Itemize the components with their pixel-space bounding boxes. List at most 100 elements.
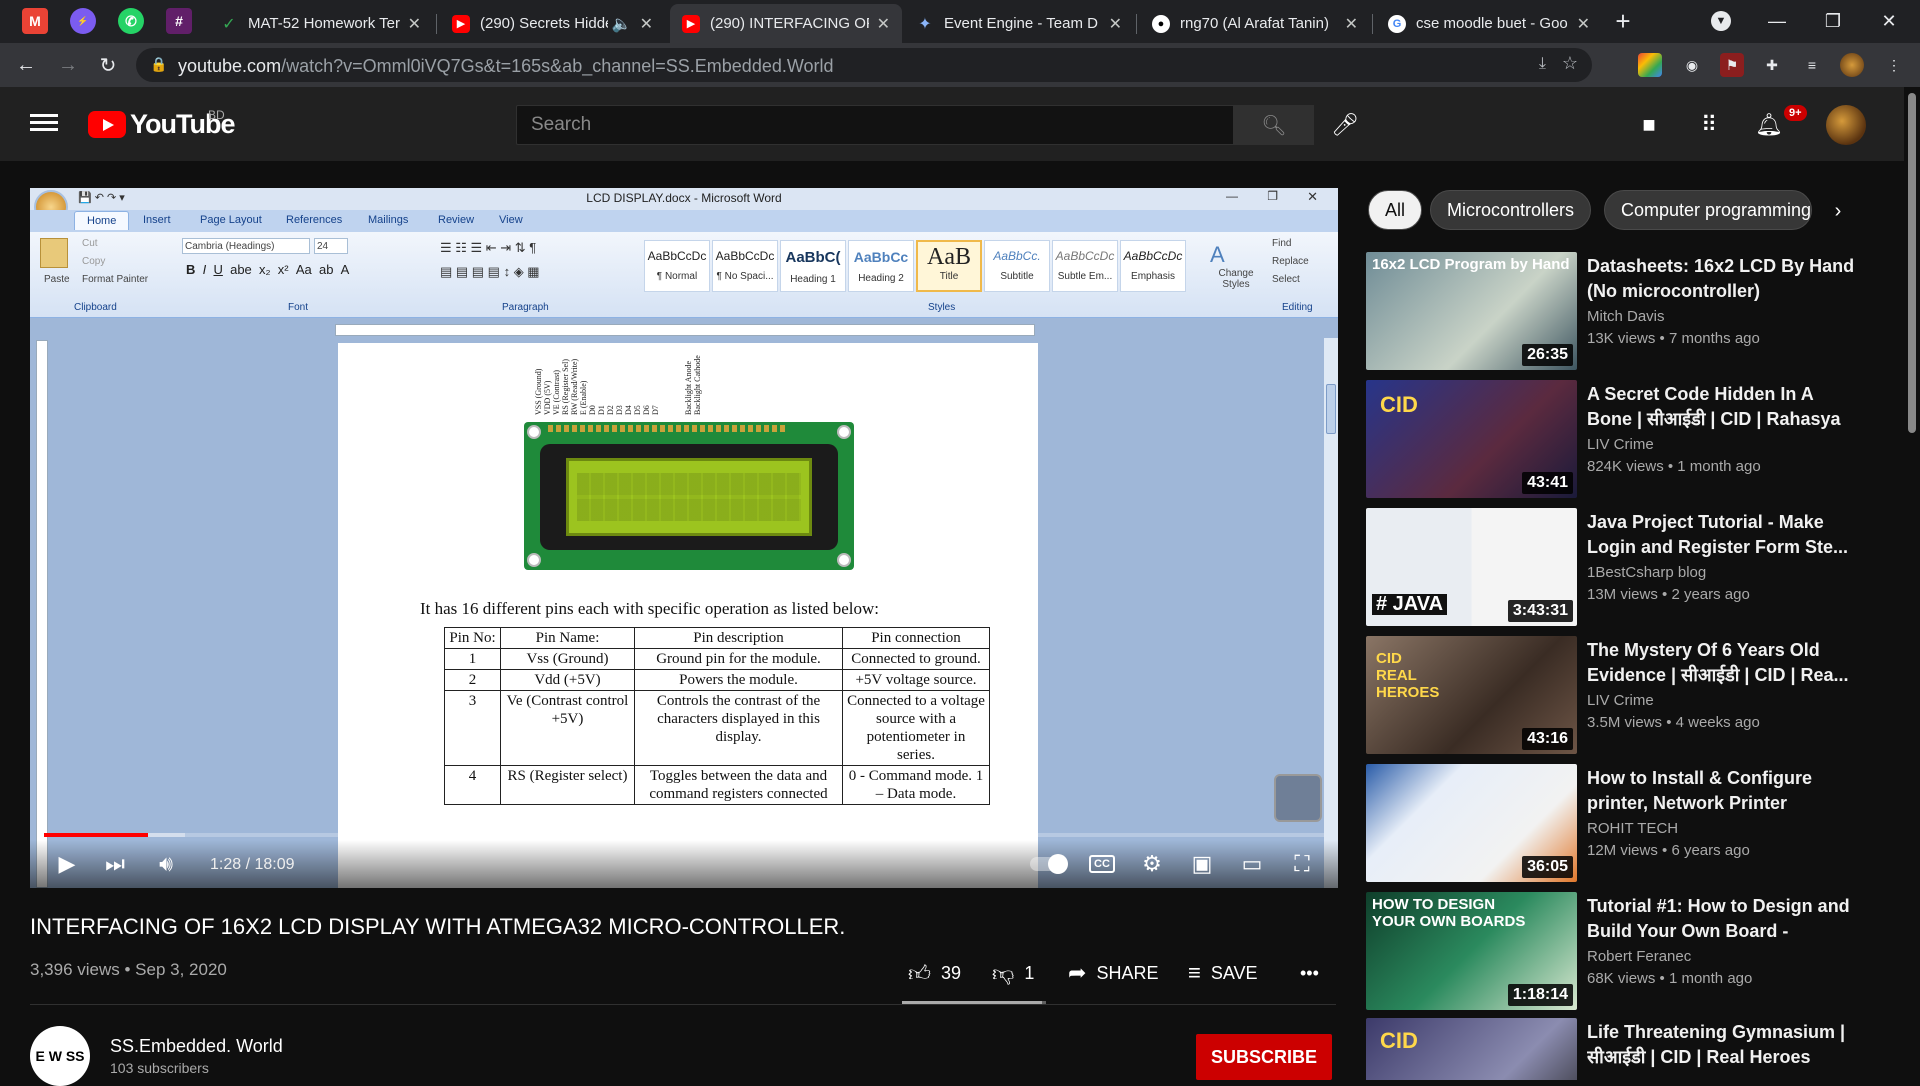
autoplay-toggle[interactable] bbox=[1030, 854, 1068, 874]
captions-button[interactable]: CC bbox=[1086, 850, 1118, 878]
mute-button[interactable]: 🔊︎ bbox=[150, 850, 182, 878]
chip-all[interactable]: All bbox=[1368, 190, 1423, 230]
address-bar[interactable]: 🔒 youtube.com/watch?v=Omml0iVQ7Gs&t=165s… bbox=[136, 48, 1592, 82]
recommendation-title[interactable]: The Mystery Of 6 Years Old Evidence | सी… bbox=[1587, 638, 1857, 688]
table-cell: Vss (Ground) bbox=[500, 648, 635, 670]
notifications-button[interactable]: 🔔︎ bbox=[1754, 110, 1784, 140]
close-window-button[interactable]: ✕ bbox=[1866, 6, 1912, 36]
fullscreen-button[interactable]: ⛶ bbox=[1286, 850, 1318, 878]
chips-next-button[interactable]: › bbox=[1818, 196, 1858, 226]
extensions-puzzle-icon[interactable]: ✚ bbox=[1760, 53, 1784, 77]
bookmark-star-icon[interactable]: ☆ bbox=[1562, 53, 1578, 74]
recommendation-title[interactable]: Datasheets: 16x2 LCD By Hand (No microco… bbox=[1587, 254, 1857, 304]
channel-watermark-icon[interactable] bbox=[1274, 774, 1322, 822]
recommendation-channel[interactable]: LIV Crime bbox=[1587, 436, 1654, 453]
extension-red-icon[interactable]: ⚑ bbox=[1720, 53, 1744, 77]
like-button[interactable]: 👍︎ 39 bbox=[908, 958, 961, 988]
tab-event-engine[interactable]: ✦ Event Engine - Team D ✕ bbox=[904, 4, 1134, 43]
recommendation-channel[interactable]: ROHIT TECH bbox=[1587, 820, 1678, 837]
tab-close-icon[interactable]: ✕ bbox=[1345, 14, 1358, 34]
whatsapp-pinned-tab[interactable]: ✆ bbox=[118, 8, 144, 34]
tab-search-button[interactable]: ▼ bbox=[1698, 6, 1744, 36]
save-button[interactable]: ≡ SAVE bbox=[1188, 958, 1258, 988]
thumbnail-text: HOW TO DESIGN YOUR OWN BOARDS bbox=[1372, 896, 1526, 930]
dislike-button[interactable]: 👎︎ 1 bbox=[992, 958, 1034, 988]
slack-pinned-tab[interactable]: # bbox=[166, 8, 192, 34]
tab-close-icon[interactable]: ✕ bbox=[1109, 14, 1122, 34]
subscribe-button[interactable]: SUBSCRIBE bbox=[1196, 1034, 1332, 1080]
share-button[interactable]: ➦ SHARE bbox=[1068, 958, 1158, 988]
tab-close-icon[interactable]: ✕ bbox=[408, 14, 421, 34]
progress-bar[interactable] bbox=[44, 833, 1324, 837]
play-button[interactable]: ▶ bbox=[52, 850, 82, 878]
next-button[interactable]: ⏭︎ bbox=[100, 850, 130, 878]
tab-google-search[interactable]: G cse moodle buet - Goo ✕ bbox=[1376, 4, 1602, 43]
search-box[interactable] bbox=[516, 105, 1234, 145]
channel-avatar[interactable]: E W SS bbox=[30, 1026, 90, 1086]
video-thumbnail[interactable]: 36:05 bbox=[1366, 764, 1577, 882]
install-app-icon[interactable]: ⤓ bbox=[1539, 55, 1546, 73]
recommendation-title[interactable]: Java Project Tutorial - Make Login and R… bbox=[1587, 510, 1857, 560]
extension-colorful-icon[interactable] bbox=[1638, 53, 1662, 77]
new-tab-button[interactable]: + bbox=[1600, 6, 1646, 36]
video-thumbnail[interactable]: # JAVA 3:43:31 bbox=[1366, 508, 1577, 626]
recommendation-channel[interactable]: Mitch Davis bbox=[1587, 308, 1665, 325]
page-scroll-thumb[interactable] bbox=[1908, 93, 1916, 433]
profile-avatar-icon[interactable] bbox=[1840, 53, 1864, 77]
tab-close-icon[interactable]: ✕ bbox=[640, 14, 653, 34]
video-thumbnail[interactable]: CID REAL HEROES 43:16 bbox=[1366, 636, 1577, 754]
search-button[interactable]: 🔍︎ bbox=[1234, 105, 1314, 145]
tab-github[interactable]: ● rng70 (Al Arafat Tanin) ✕ bbox=[1140, 4, 1370, 43]
voice-search-button[interactable]: 🎤︎ bbox=[1330, 109, 1360, 141]
recommendation-title[interactable]: Life Threatening Gymnasium | सीआईडी | CI… bbox=[1587, 1020, 1857, 1070]
recommendation-title[interactable]: Tutorial #1: How to Design and Build You… bbox=[1587, 894, 1857, 944]
recommendation-channel[interactable]: LIV Crime bbox=[1587, 692, 1654, 709]
apps-button[interactable]: ⠿ bbox=[1694, 110, 1724, 140]
reload-button[interactable]: ↻ bbox=[94, 51, 122, 79]
video-player[interactable]: LCD DISPLAY.docx - Microsoft Word 💾 ↶ ↷ … bbox=[30, 188, 1338, 888]
minimize-button[interactable]: — bbox=[1754, 6, 1800, 36]
tab-mat52[interactable]: ✓ MAT-52 Homework Ter ✕ bbox=[208, 4, 433, 43]
search-input[interactable] bbox=[517, 106, 1233, 144]
chip-computer-programming[interactable]: Computer programming bbox=[1604, 190, 1812, 230]
tab-close-icon[interactable]: ✕ bbox=[1577, 14, 1590, 34]
video-thumbnail[interactable]: CID 43:41 bbox=[1366, 380, 1577, 498]
chip-microcontrollers[interactable]: Microcontrollers bbox=[1430, 190, 1592, 230]
miniplayer-button[interactable]: ▣ bbox=[1186, 850, 1218, 878]
recommendation-title[interactable]: A Secret Code Hidden In A Bone | सीआईडी … bbox=[1587, 382, 1857, 432]
recommendation-title[interactable]: How to Install & Configure printer, Netw… bbox=[1587, 766, 1857, 816]
video-thumbnail[interactable]: HOW TO DESIGN YOUR OWN BOARDS 1:18:14 bbox=[1366, 892, 1577, 1010]
settings-button[interactable]: ⚙ bbox=[1136, 850, 1168, 878]
chrome-menu-icon[interactable]: ⋮ bbox=[1882, 53, 1906, 77]
video-thumbnail[interactable]: CID bbox=[1366, 1018, 1577, 1080]
tab-interfacing-active[interactable]: ▶ (290) INTERFACING OF ✕ bbox=[670, 4, 902, 43]
video-thumbnail[interactable]: 16x2 LCD Program by Hand 26:35 bbox=[1366, 252, 1577, 370]
recommendation-item[interactable]: CID Life Threatening Gymnasium | सीआईडी … bbox=[1366, 1018, 1896, 1080]
account-avatar[interactable] bbox=[1826, 105, 1866, 145]
recommendation-item[interactable]: # JAVA 3:43:31 Java Project Tutorial - M… bbox=[1366, 508, 1896, 626]
recommendation-item[interactable]: CID REAL HEROES 43:16 The Mystery Of 6 Y… bbox=[1366, 636, 1896, 754]
recommendation-item[interactable]: HOW TO DESIGN YOUR OWN BOARDS 1:18:14 Tu… bbox=[1366, 892, 1896, 1010]
media-control-icon[interactable]: ≡ bbox=[1800, 53, 1824, 77]
page-scrollbar[interactable] bbox=[1904, 87, 1920, 1080]
tab-audio-icon[interactable]: 🔈 bbox=[612, 14, 632, 34]
back-button[interactable]: ← bbox=[12, 51, 40, 79]
theater-mode-button[interactable]: ▭ bbox=[1236, 850, 1268, 878]
youtube-logo[interactable]: YouTube BD bbox=[88, 108, 235, 140]
more-actions-button[interactable]: ••• bbox=[1300, 958, 1319, 988]
recommendation-item[interactable]: 36:05 How to Install & Configure printer… bbox=[1366, 764, 1896, 882]
hamburger-menu-icon[interactable] bbox=[30, 110, 58, 134]
forward-button[interactable]: → bbox=[54, 51, 82, 79]
create-video-button[interactable]: ■ bbox=[1634, 110, 1664, 140]
tab-close-icon[interactable]: ✕ bbox=[877, 14, 890, 34]
maximize-button[interactable]: ❐ bbox=[1810, 6, 1856, 36]
gmail-pinned-tab[interactable]: M bbox=[22, 8, 48, 34]
channel-name[interactable]: SS.Embedded. World bbox=[110, 1036, 283, 1057]
recommendation-item[interactable]: CID 43:41 A Secret Code Hidden In A Bone… bbox=[1366, 380, 1896, 498]
recommendation-channel[interactable]: Robert Feranec bbox=[1587, 948, 1691, 965]
recommendation-channel[interactable]: 1BestCsharp blog bbox=[1587, 564, 1706, 581]
recommendation-item[interactable]: 16x2 LCD Program by Hand 26:35 Datasheet… bbox=[1366, 252, 1896, 370]
messenger-pinned-tab[interactable]: ⚡ bbox=[70, 8, 96, 34]
extension-lightbulb-icon[interactable]: ◉ bbox=[1680, 53, 1704, 77]
tab-secrets-hidden[interactable]: ▶ (290) Secrets Hidde 🔈 ✕ bbox=[440, 4, 665, 43]
